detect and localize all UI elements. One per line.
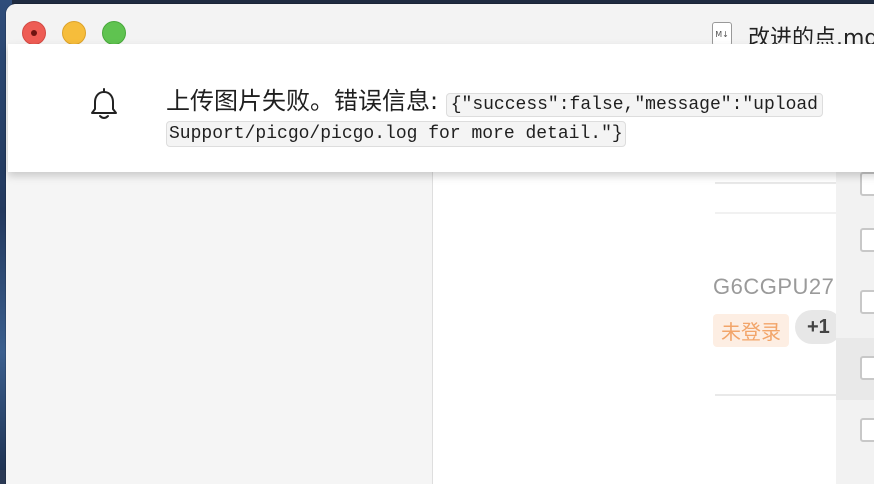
more-count-badge[interactable]: +1 — [795, 310, 842, 344]
row-checkbox[interactable] — [860, 172, 874, 196]
login-status-tag: 未登录 — [713, 314, 789, 347]
error-detail-code: {"success":false,"message":"upload — [445, 93, 823, 117]
divider — [715, 212, 845, 214]
row-checkbox[interactable] — [860, 418, 874, 442]
minimize-window-button[interactable] — [62, 21, 86, 45]
notification-message: 上传图片失败。错误信息: {"success":false,"message":… — [166, 80, 874, 126]
divider — [715, 394, 845, 396]
row-checkbox[interactable] — [860, 290, 874, 314]
bell-icon — [91, 88, 117, 119]
close-window-button[interactable] — [22, 21, 46, 45]
row-checkbox[interactable] — [860, 356, 874, 380]
upload-error-notification[interactable]: 上传图片失败。错误信息: {"success":false,"message":… — [8, 44, 874, 172]
row-checkbox[interactable] — [860, 228, 874, 252]
divider — [715, 182, 845, 184]
error-prefix: 上传图片失败。错误信息: — [166, 87, 446, 115]
item-id-text: G6CGPU27 — [713, 274, 835, 299]
markdown-file-icon: M↓ — [712, 22, 732, 46]
maximize-window-button[interactable] — [102, 21, 126, 45]
error-detail-code-continued: Support/picgo/picgo.log for more detail.… — [166, 121, 626, 147]
